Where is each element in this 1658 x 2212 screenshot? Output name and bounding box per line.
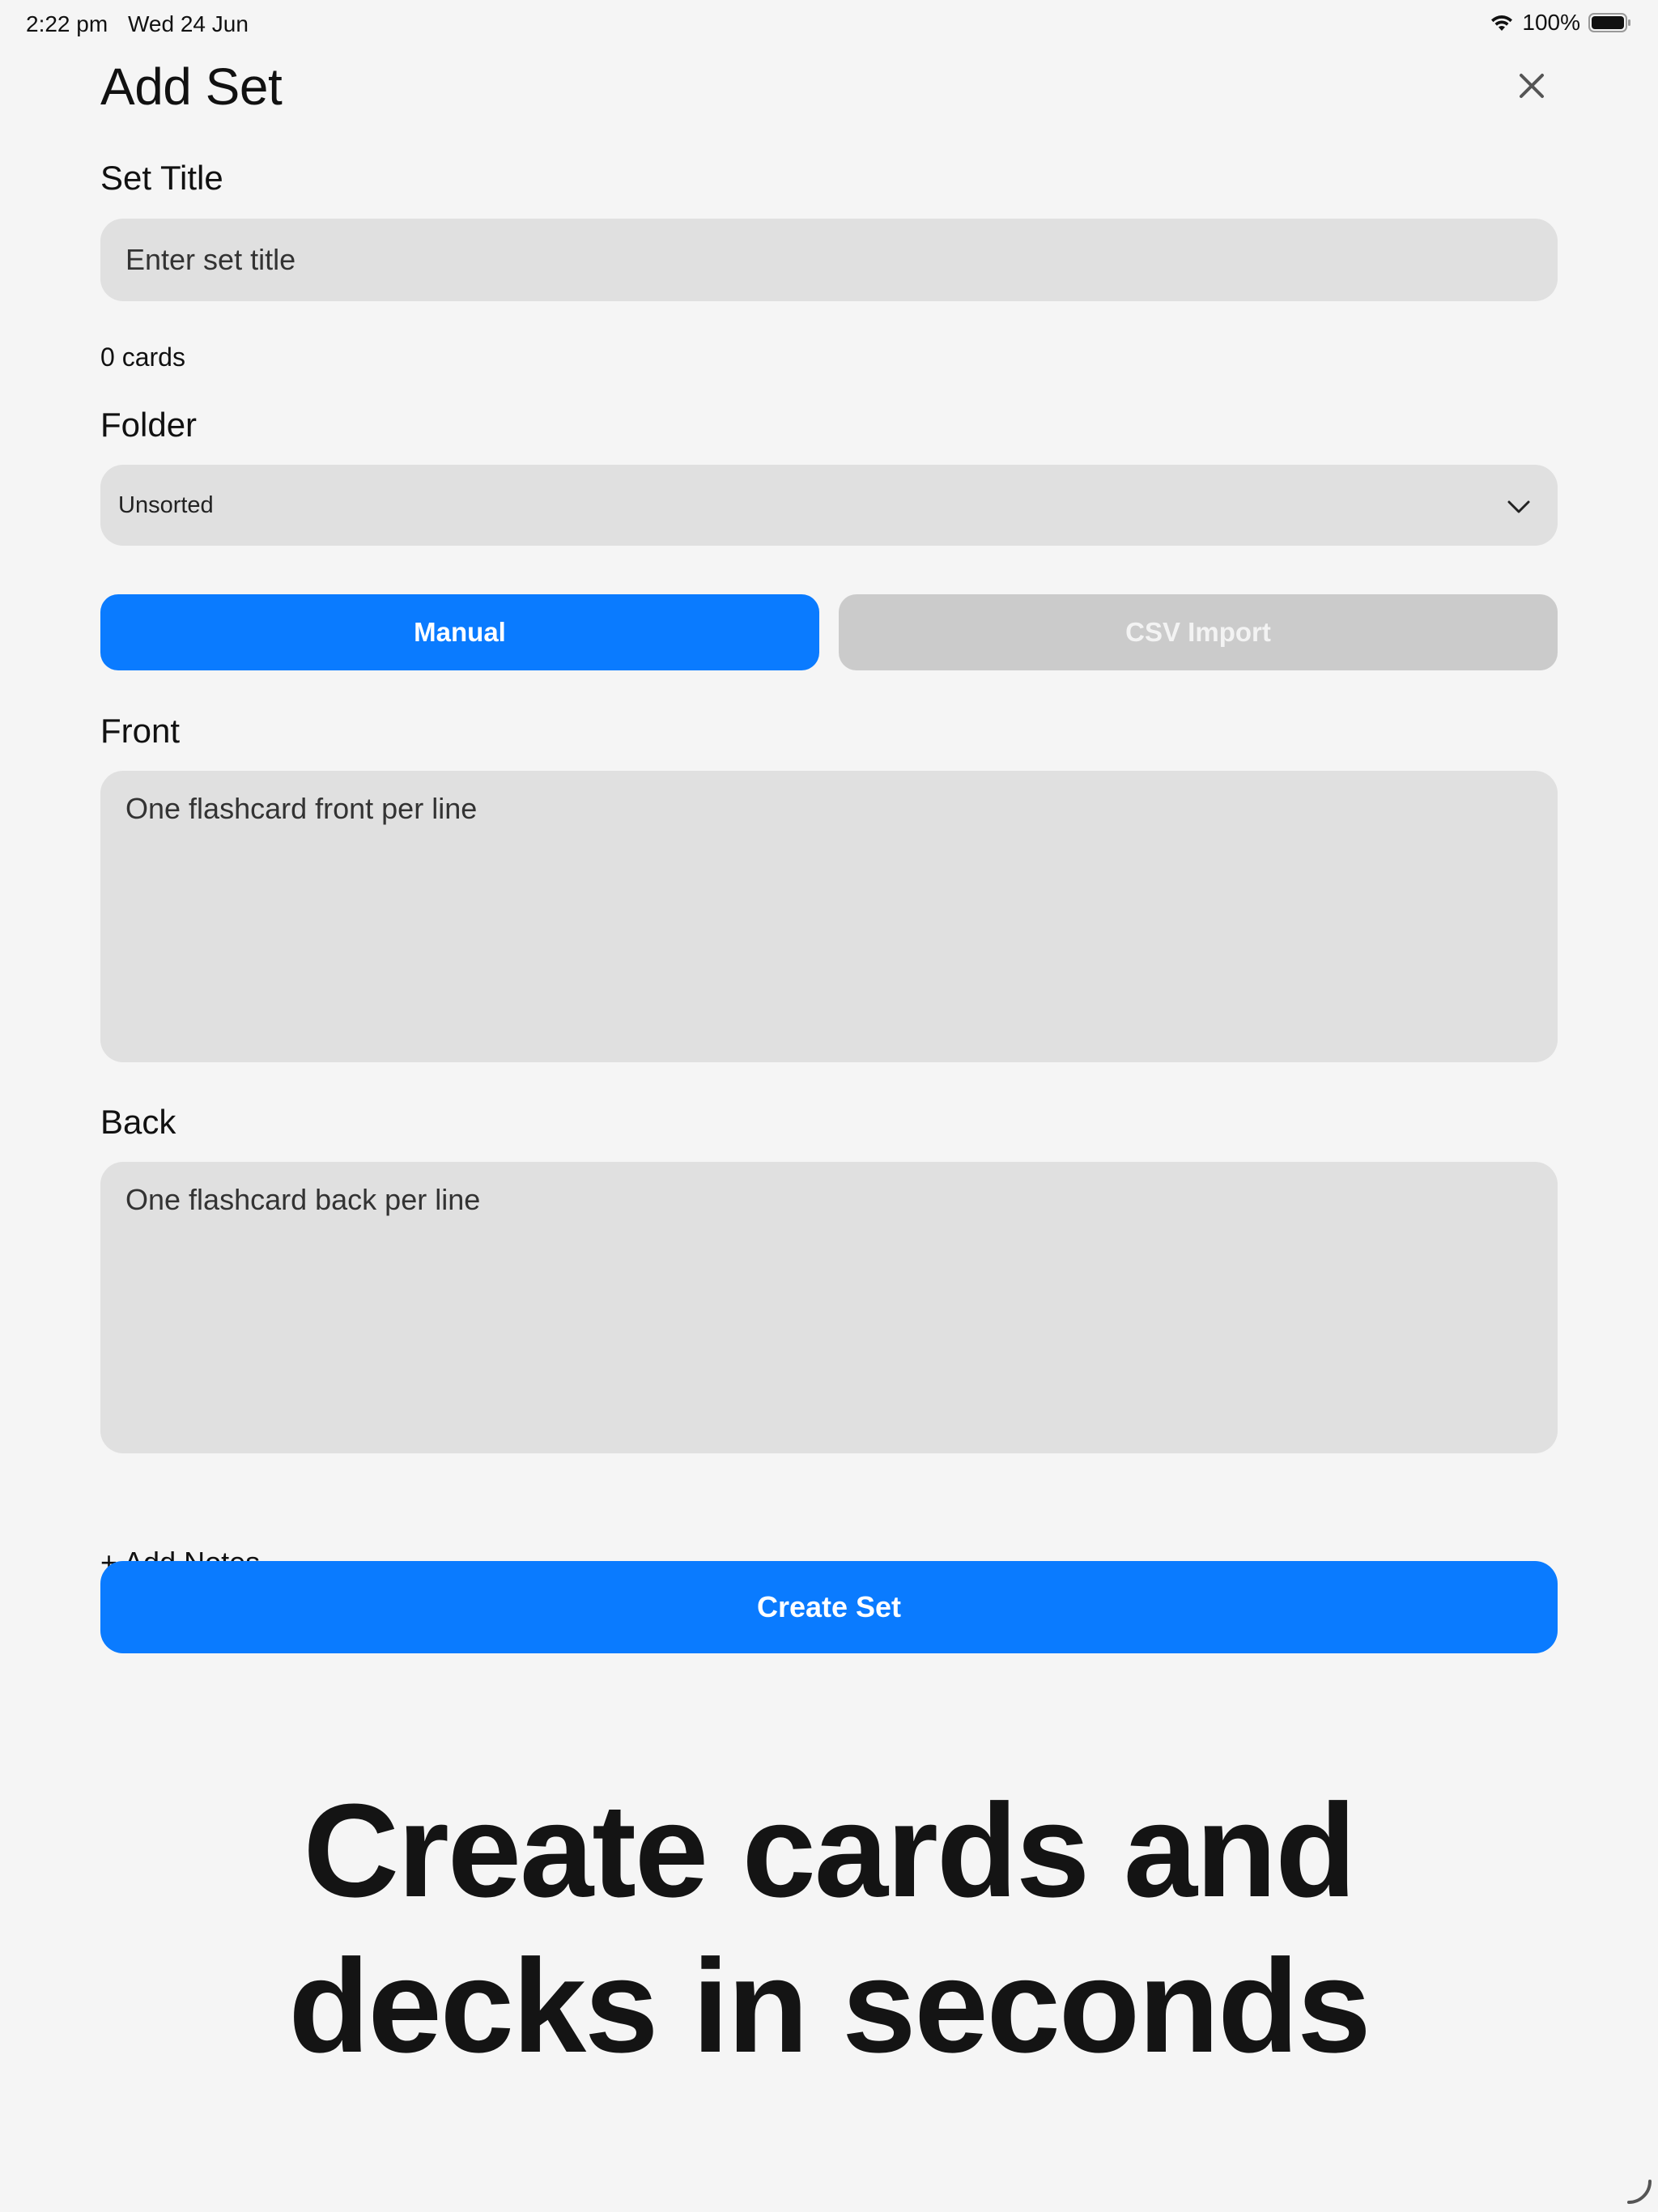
marketing-tagline: Create cards and decks in seconds — [0, 1773, 1658, 2084]
close-icon — [1518, 72, 1545, 104]
csv-import-button[interactable]: CSV Import — [839, 594, 1558, 670]
folder-select[interactable]: Unsorted — [100, 465, 1558, 546]
battery-percent: 100% — [1522, 10, 1580, 35]
front-textarea[interactable] — [100, 771, 1558, 1062]
tagline-line-2: decks in seconds — [288, 1932, 1371, 2080]
status-indicators: 100% — [1490, 10, 1632, 36]
set-title-label: Set Title — [100, 159, 223, 197]
set-title-input[interactable] — [100, 219, 1558, 301]
status-date: Wed 24 Jun — [128, 11, 249, 36]
manual-mode-button[interactable]: Manual — [100, 594, 819, 670]
page-title: Add Set — [100, 57, 283, 116]
status-time: 2:22 pm — [26, 11, 108, 36]
folder-selected-value: Unsorted — [118, 491, 214, 518]
tagline-line-1: Create cards and — [303, 1776, 1357, 1925]
create-set-button[interactable]: Create Set — [100, 1561, 1558, 1653]
folder-label: Folder — [100, 406, 198, 444]
battery-icon — [1588, 12, 1632, 33]
resize-grip-icon[interactable] — [1624, 2178, 1653, 2207]
chevron-down-icon — [1507, 494, 1530, 521]
card-count: 0 cards — [100, 342, 185, 372]
front-label: Front — [100, 712, 181, 750]
back-textarea[interactable] — [100, 1162, 1558, 1453]
back-label: Back — [100, 1103, 176, 1141]
status-bar: 2:22 pm Wed 24 Jun 100% — [0, 0, 1658, 52]
wifi-icon — [1490, 13, 1514, 32]
close-button[interactable] — [1506, 62, 1558, 113]
